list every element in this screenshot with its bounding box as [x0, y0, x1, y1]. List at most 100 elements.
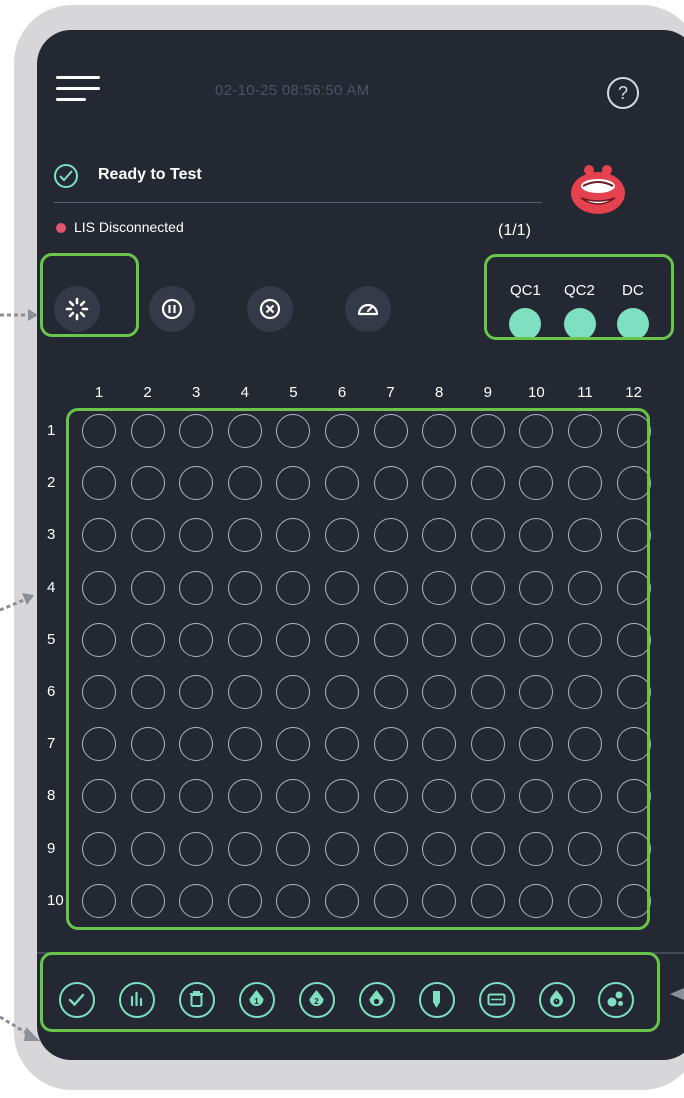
- well[interactable]: [568, 831, 602, 866]
- well[interactable]: [373, 466, 408, 501]
- well[interactable]: [325, 518, 359, 553]
- well[interactable]: [130, 727, 165, 762]
- well[interactable]: [82, 414, 116, 448]
- well[interactable]: [130, 622, 165, 657]
- well[interactable]: [568, 675, 602, 709]
- well[interactable]: [519, 883, 554, 918]
- well[interactable]: [568, 779, 602, 814]
- well[interactable]: [519, 414, 554, 448]
- gauge-button[interactable]: [345, 286, 391, 332]
- well[interactable]: [130, 414, 165, 448]
- well[interactable]: [130, 570, 165, 605]
- well[interactable]: [373, 622, 408, 657]
- well[interactable]: [227, 727, 262, 762]
- well[interactable]: [130, 466, 165, 501]
- well[interactable]: [276, 831, 311, 866]
- stop-button[interactable]: [247, 286, 293, 332]
- well[interactable]: [325, 675, 359, 709]
- well[interactable]: [373, 414, 408, 448]
- well[interactable]: [325, 570, 359, 605]
- well[interactable]: [616, 779, 651, 814]
- well[interactable]: [276, 622, 311, 657]
- well[interactable]: [616, 622, 651, 657]
- well[interactable]: [568, 622, 602, 657]
- well[interactable]: [470, 779, 505, 814]
- well[interactable]: [422, 779, 457, 814]
- marker-tool-button[interactable]: [419, 982, 455, 1018]
- well[interactable]: [227, 883, 262, 918]
- well[interactable]: [519, 518, 554, 553]
- well[interactable]: [130, 831, 165, 866]
- well[interactable]: [470, 570, 505, 605]
- well[interactable]: [568, 414, 602, 448]
- well[interactable]: [616, 414, 651, 448]
- well[interactable]: [373, 831, 408, 866]
- well[interactable]: [227, 675, 262, 709]
- well[interactable]: [519, 727, 554, 762]
- well[interactable]: [373, 518, 408, 553]
- well[interactable]: [179, 779, 214, 814]
- well[interactable]: [373, 570, 408, 605]
- spin-button[interactable]: [54, 286, 100, 332]
- well[interactable]: [227, 414, 262, 448]
- menu-icon[interactable]: [56, 76, 100, 102]
- well[interactable]: [227, 779, 262, 814]
- well[interactable]: [276, 466, 311, 501]
- well[interactable]: [82, 727, 116, 762]
- well[interactable]: [470, 466, 505, 501]
- well[interactable]: [179, 414, 214, 448]
- well[interactable]: [519, 466, 554, 501]
- well[interactable]: [179, 466, 214, 501]
- well[interactable]: [422, 675, 457, 709]
- well[interactable]: [130, 518, 165, 553]
- well[interactable]: [82, 831, 116, 866]
- well[interactable]: [519, 675, 554, 709]
- well[interactable]: [227, 466, 262, 501]
- well[interactable]: [422, 883, 457, 918]
- well[interactable]: [616, 675, 651, 709]
- well[interactable]: [568, 466, 602, 501]
- well[interactable]: [616, 570, 651, 605]
- well[interactable]: [179, 727, 214, 762]
- well[interactable]: [179, 883, 214, 918]
- well[interactable]: [470, 675, 505, 709]
- well[interactable]: [227, 831, 262, 866]
- well[interactable]: [470, 883, 505, 918]
- well[interactable]: [470, 414, 505, 448]
- reagent-2-tool-button[interactable]: 2: [299, 982, 335, 1018]
- well[interactable]: [276, 414, 311, 448]
- well[interactable]: [130, 779, 165, 814]
- well[interactable]: [325, 466, 359, 501]
- dc-indicator[interactable]: [617, 308, 649, 340]
- plate-tool-button[interactable]: [479, 982, 515, 1018]
- well[interactable]: [276, 518, 311, 553]
- well[interactable]: [519, 622, 554, 657]
- well[interactable]: [325, 727, 359, 762]
- well[interactable]: [325, 622, 359, 657]
- well[interactable]: [130, 883, 165, 918]
- well[interactable]: [568, 518, 602, 553]
- well[interactable]: [616, 727, 651, 762]
- well[interactable]: [422, 622, 457, 657]
- well[interactable]: [130, 675, 165, 709]
- check-tool-button[interactable]: [59, 982, 95, 1018]
- pause-button[interactable]: [149, 286, 195, 332]
- well[interactable]: [179, 570, 214, 605]
- well[interactable]: [470, 727, 505, 762]
- well[interactable]: [568, 570, 602, 605]
- well[interactable]: [82, 779, 116, 814]
- well[interactable]: [227, 622, 262, 657]
- well[interactable]: [519, 570, 554, 605]
- well[interactable]: [519, 831, 554, 866]
- qc1-indicator[interactable]: [509, 308, 541, 340]
- reagent-1-tool-button[interactable]: 1: [239, 982, 275, 1018]
- well[interactable]: [325, 779, 359, 814]
- help-icon[interactable]: ?: [607, 77, 639, 109]
- delete-tool-button[interactable]: [179, 982, 215, 1018]
- well[interactable]: [470, 518, 505, 553]
- well[interactable]: [422, 727, 457, 762]
- well[interactable]: [179, 518, 214, 553]
- well[interactable]: [276, 779, 311, 814]
- well[interactable]: [227, 518, 262, 553]
- well[interactable]: [325, 883, 359, 918]
